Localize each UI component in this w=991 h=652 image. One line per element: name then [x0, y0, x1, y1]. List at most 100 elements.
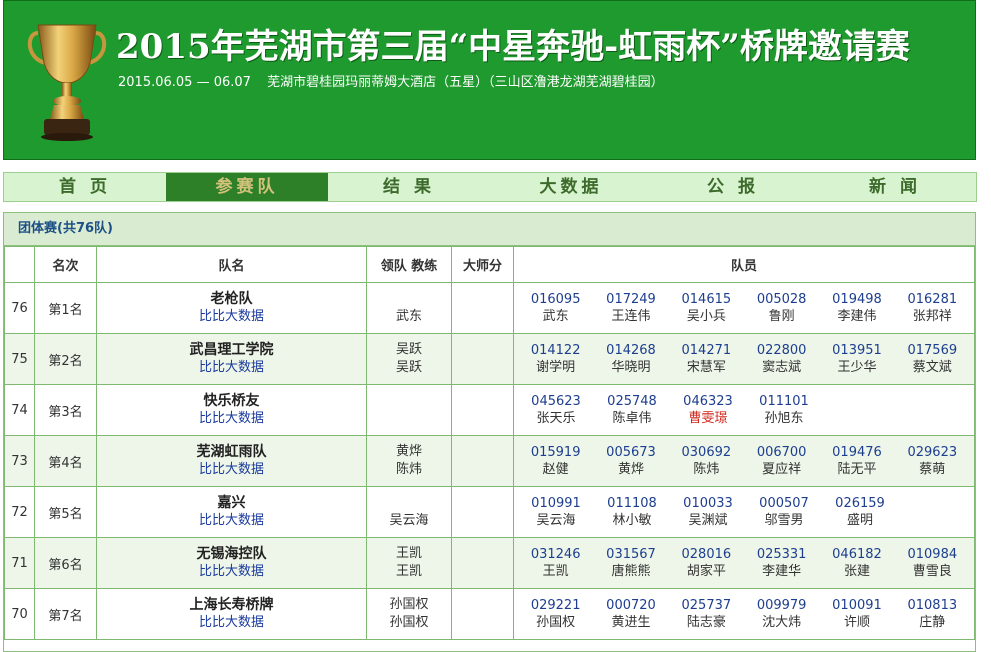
member-id-link[interactable]: 029623	[895, 444, 970, 461]
team-stats-link[interactable]: 比比大数据	[97, 614, 366, 632]
master-points-cell	[451, 435, 514, 487]
member-name: 张天乐	[536, 411, 576, 426]
member-item: 025331 李建华	[744, 546, 819, 580]
master-points-cell	[451, 537, 514, 589]
member-id-link[interactable]: 014122	[518, 342, 593, 359]
rank-cell: 第3名	[34, 384, 97, 436]
team-panel: 团体赛(共76队) 名次 队名 领队 教练 大师分 队员 76 第1名 老枪队 比比大…	[3, 212, 976, 652]
nav-item-4[interactable]: 公 报	[652, 173, 814, 201]
table-row: 75 第2名 武昌理工学院 比比大数据 吴跃 吴跃 014122 谢学明 014268 华晓明 01…	[4, 333, 975, 385]
member-id-link[interactable]: 022800	[744, 342, 819, 359]
member-item: 016281 张邦祥	[895, 291, 970, 325]
member-id-link[interactable]: 046323	[670, 393, 746, 410]
nav-item-0[interactable]: 首 页	[4, 173, 166, 201]
nav-item-2[interactable]: 结 果	[328, 173, 490, 201]
member-item: 010991 吴云海	[518, 495, 594, 529]
nav-item-1[interactable]: 参赛队	[166, 173, 328, 201]
member-item: 014122 谢学明	[518, 342, 593, 376]
member-id-link[interactable]: 010813	[895, 597, 970, 614]
member-item: 000507 邬雪男	[746, 495, 822, 529]
member-id-link[interactable]: 017569	[895, 342, 970, 359]
member-name: 窦志斌	[762, 360, 802, 375]
member-id-link[interactable]: 031246	[518, 546, 593, 563]
team-stats-link[interactable]: 比比大数据	[97, 563, 366, 581]
col-header-number	[4, 246, 35, 283]
member-id-link[interactable]: 011108	[594, 495, 670, 512]
member-id-link[interactable]: 016281	[895, 291, 970, 308]
trophy-icon	[27, 24, 107, 141]
member-id-link[interactable]: 025737	[669, 597, 744, 614]
master-points-cell	[451, 486, 514, 538]
member-id-link[interactable]: 025748	[594, 393, 670, 410]
member-id-link[interactable]: 013951	[819, 342, 894, 359]
team-cell: 老枪队 比比大数据	[96, 282, 367, 334]
team-table-body: 76 第1名 老枪队 比比大数据 武东 016095 武东 017249 王连伟 014615 吴小…	[4, 282, 975, 640]
member-id-link[interactable]: 026159	[822, 495, 898, 512]
member-id-link[interactable]: 031567	[593, 546, 668, 563]
member-id-link[interactable]: 019476	[819, 444, 894, 461]
member-id-link[interactable]: 005673	[593, 444, 668, 461]
member-name: 孙国权	[536, 615, 576, 630]
nav-item-5[interactable]: 新 闻	[814, 173, 976, 201]
member-name: 夏应祥	[762, 462, 802, 477]
member-name: 许顺	[843, 615, 870, 630]
member-id-link[interactable]: 010033	[670, 495, 746, 512]
member-id-link[interactable]: 009979	[744, 597, 819, 614]
member-name: 张建	[843, 564, 870, 579]
lead-coach-cell: 武东	[366, 282, 452, 334]
table-row: 71 第6名 无锡海控队 比比大数据 王凯 王凯 031246 王凯 031567 唐熊熊 0280…	[4, 537, 975, 589]
member-item: 014271 宋慧军	[669, 342, 744, 376]
row-number: 71	[4, 537, 35, 589]
lead-coach-name: 孙国权	[389, 615, 429, 630]
member-id-link[interactable]: 005028	[744, 291, 819, 308]
master-points-cell	[451, 384, 514, 436]
master-points-cell	[451, 282, 514, 334]
member-item: 029623 蔡萌	[895, 444, 970, 478]
member-id-link[interactable]: 010091	[819, 597, 894, 614]
member-id-link[interactable]: 030692	[669, 444, 744, 461]
team-stats-link[interactable]: 比比大数据	[97, 512, 366, 530]
member-id-link[interactable]: 014271	[669, 342, 744, 359]
member-id-link[interactable]: 017249	[593, 291, 668, 308]
lead-coach-name: 吴跃	[395, 360, 422, 375]
member-id-link[interactable]: 028016	[669, 546, 744, 563]
member-item: 011108 林小敏	[594, 495, 670, 529]
member-id-link[interactable]: 006700	[744, 444, 819, 461]
team-cell: 上海长寿桥牌 比比大数据	[96, 588, 367, 640]
member-id-link[interactable]: 011101	[746, 393, 822, 410]
member-id-link[interactable]: 029221	[518, 597, 593, 614]
member-name: 曹雯璟	[688, 411, 728, 426]
member-id-link[interactable]: 015919	[518, 444, 593, 461]
member-id-link[interactable]: 046182	[819, 546, 894, 563]
lead-coach-name: 陈炜	[395, 462, 422, 477]
team-stats-link[interactable]: 比比大数据	[97, 359, 366, 377]
member-name: 陈炜	[693, 462, 720, 477]
master-points-cell	[451, 588, 514, 640]
team-stats-link[interactable]: 比比大数据	[97, 410, 366, 428]
member-id-link[interactable]: 019498	[819, 291, 894, 308]
members-cell: 014122 谢学明 014268 华晓明 014271 宋慧军 022800 窦志斌 0139…	[513, 333, 975, 385]
members-cell: 015919 赵健 005673 黄烨 030692 陈炜 006700 夏应祥 019476 陆…	[513, 435, 975, 487]
member-item: 019498 李建伟	[819, 291, 894, 325]
members-cell: 010991 吴云海 011108 林小敏 010033 吴渊斌 000507 邬雪男 0261…	[513, 486, 975, 538]
nav-item-3[interactable]: 大数据	[490, 173, 652, 201]
member-id-link[interactable]: 045623	[518, 393, 594, 410]
member-item: 029221 孙国权	[518, 597, 593, 631]
member-item: 000720 黄进生	[593, 597, 668, 631]
team-name: 武昌理工学院	[189, 342, 274, 358]
member-name: 庄静	[919, 615, 946, 630]
member-id-link[interactable]: 000507	[746, 495, 822, 512]
team-stats-link[interactable]: 比比大数据	[97, 461, 366, 479]
member-id-link[interactable]: 000720	[593, 597, 668, 614]
member-id-link[interactable]: 010984	[895, 546, 970, 563]
member-id-link[interactable]: 014268	[593, 342, 668, 359]
team-stats-link[interactable]: 比比大数据	[97, 308, 366, 326]
member-name: 陆志豪	[686, 615, 726, 630]
member-name: 赵健	[542, 462, 569, 477]
lead-coach-name: 吴云海	[389, 513, 429, 528]
member-id-link[interactable]: 010991	[518, 495, 594, 512]
lead-coach-name: 武东	[395, 309, 422, 324]
member-id-link[interactable]: 014615	[669, 291, 744, 308]
member-id-link[interactable]: 016095	[518, 291, 593, 308]
member-id-link[interactable]: 025331	[744, 546, 819, 563]
